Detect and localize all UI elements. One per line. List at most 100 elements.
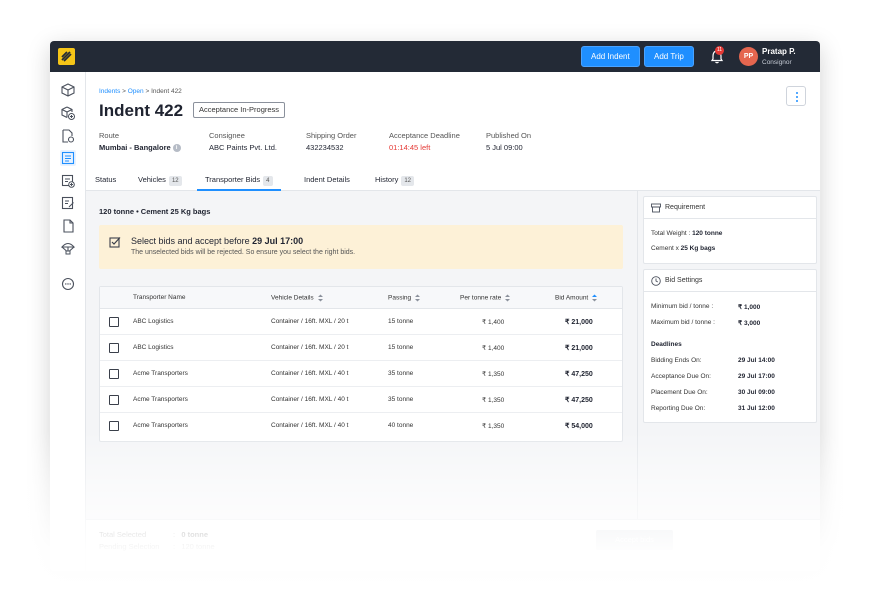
- right-panel: Requirement Total Weight : 120 tonne Cem…: [637, 191, 820, 571]
- col-per-tonne-rate[interactable]: Per tonne rate: [460, 294, 511, 302]
- file-settings-icon[interactable]: [60, 128, 76, 144]
- bid-amount: ₹ 54,000: [565, 423, 593, 430]
- top-bar: Add Indent Add Trip 11 PP Pratap P. Cons…: [50, 41, 820, 72]
- cube-icon[interactable]: [60, 82, 76, 98]
- bid-settings-title: Bid Settings: [665, 277, 703, 284]
- total-weight-label: Total Weight :: [651, 230, 693, 237]
- col-transporter-name: Transporter Name: [133, 294, 186, 301]
- breadcrumb-open[interactable]: Open: [128, 88, 144, 95]
- edit-icon[interactable]: [60, 195, 76, 211]
- user-role: Consignor: [762, 59, 792, 66]
- table-row[interactable]: Acme Transporters Container / 16ft. MXL …: [100, 361, 622, 387]
- list-add-icon[interactable]: [60, 173, 76, 189]
- deadline-date: 29 Jul 17:00: [738, 373, 775, 380]
- published-on-value: 5 Jul 09:00: [486, 143, 523, 152]
- tab-transporter-bids[interactable]: Transporter Bids 4: [197, 171, 281, 191]
- bid-settings-card: Bid Settings Minimum bid / tonne : ₹ 1,0…: [643, 269, 817, 423]
- app-window: Add Indent Add Trip 11 PP Pratap P. Cons…: [50, 41, 820, 571]
- col-bid-amount[interactable]: Bid Amount: [555, 294, 598, 302]
- row-checkbox[interactable]: [109, 395, 119, 405]
- tab-label: Status: [95, 175, 117, 184]
- material: Cement x 25 Kg bags: [651, 245, 715, 252]
- more-options-button[interactable]: [786, 86, 806, 106]
- table-row[interactable]: Acme Transporters Container / 16ft. MXL …: [100, 387, 622, 413]
- max-bid-label: Maximum bid / tonne :: [651, 319, 715, 326]
- vehicle-details: Container / 16ft. MXL / 20 t: [271, 344, 349, 351]
- passing: 15 tonne: [388, 318, 414, 325]
- accept-bids-button[interactable]: Accept bids: [596, 530, 673, 550]
- document-icon[interactable]: [60, 218, 76, 234]
- min-bid-amount: ₹ 1,000: [738, 304, 761, 311]
- requirement-header: Requirement: [644, 197, 816, 219]
- deadline-date: 30 Jul 09:00: [738, 389, 775, 396]
- breadcrumb: Indents > Open > Indent 422: [99, 88, 182, 95]
- checklist-icon: [109, 235, 121, 248]
- sort-icon[interactable]: [504, 294, 511, 302]
- min-bid-value: ₹ 1,000: [738, 303, 760, 311]
- bids-table: Transporter Name Vehicle Details Passing…: [99, 286, 623, 442]
- indent-header: Indents > Open > Indent 422 Indent 422 A…: [86, 72, 820, 191]
- sort-icon[interactable]: [414, 294, 421, 302]
- bid-amount: ₹ 47,250: [565, 371, 593, 378]
- max-bid-amount: ₹ 3,000: [738, 320, 761, 327]
- total-weight: Total Weight : 120 tonne: [651, 230, 722, 237]
- deadline-value: 31 Jul 12:00: [738, 405, 775, 412]
- row-checkbox[interactable]: [109, 343, 119, 353]
- notice-subtitle: The unselected bids will be rejected. So…: [131, 249, 356, 256]
- logo-icon[interactable]: [58, 48, 75, 65]
- requirement-card: Requirement Total Weight : 120 tonne Cem…: [643, 196, 817, 264]
- row-checkbox[interactable]: [109, 317, 119, 327]
- passing: 35 tonne: [388, 370, 414, 377]
- info-icon[interactable]: i: [172, 144, 181, 153]
- bid-amount: ₹ 21,000: [565, 345, 593, 352]
- tab-label: Indent Details: [304, 175, 350, 184]
- col-vehicle-details[interactable]: Vehicle Details: [271, 294, 324, 302]
- max-bid-value: ₹ 3,000: [738, 319, 760, 327]
- breadcrumb-current: Indent 422: [151, 88, 182, 95]
- pending-selection-amount: 120 tonne: [181, 542, 215, 551]
- parachute-icon[interactable]: [60, 240, 76, 256]
- list-icon[interactable]: [60, 150, 76, 166]
- table-row[interactable]: ABC Logistics Container / 16ft. MXL / 20…: [100, 335, 622, 361]
- sort-icon[interactable]: [317, 294, 324, 302]
- bid-settings-header: Bid Settings: [644, 270, 816, 292]
- published-on-label: Published On: [486, 131, 532, 140]
- table-row[interactable]: Acme Transporters Container / 16ft. MXL …: [100, 413, 622, 439]
- tab-indent-details[interactable]: Indent Details: [304, 171, 350, 191]
- deadline-value: 30 Jul 09:00: [738, 389, 775, 396]
- row-checkbox[interactable]: [109, 369, 119, 379]
- user-name[interactable]: Pratap P.: [762, 47, 796, 56]
- col-passing[interactable]: Passing: [388, 294, 421, 302]
- breadcrumb-indents[interactable]: Indents: [99, 88, 120, 95]
- per-tonne-rate: ₹ 1,400: [482, 319, 505, 326]
- tab-label: History: [375, 175, 399, 184]
- deadline-date: 29 Jul 14:00: [738, 357, 775, 364]
- tab-vehicles[interactable]: Vehicles 12: [138, 171, 182, 191]
- sort-icon[interactable]: [591, 294, 598, 302]
- col-label: Per tonne rate: [460, 294, 502, 302]
- chat-icon[interactable]: [60, 276, 76, 292]
- tab-count: 4: [263, 176, 273, 186]
- total-selected-amount: 0 tonne: [181, 530, 209, 539]
- notice-deadline: 29 Jul 17:00: [252, 236, 304, 246]
- pending-selection-value: : 120 tonne: [173, 542, 215, 551]
- consignee-label: Consignee: [209, 131, 245, 140]
- avatar[interactable]: PP: [739, 47, 758, 66]
- add-indent-button[interactable]: Add Indent: [581, 46, 640, 67]
- row-checkbox[interactable]: [109, 421, 119, 431]
- table-row[interactable]: ABC Logistics Container / 16ft. MXL / 20…: [100, 309, 622, 335]
- tab-count: 12: [168, 176, 182, 186]
- route-value: Mumbai - Bangalore i: [99, 143, 181, 153]
- notice-title-text: Select bids and accept before: [131, 236, 253, 246]
- tab-history[interactable]: History 12: [375, 171, 415, 191]
- per-tonne-rate: ₹ 1,350: [482, 423, 505, 430]
- deadlines-title: Deadlines: [651, 341, 682, 348]
- tab-status[interactable]: Status: [95, 171, 116, 191]
- add-trip-button[interactable]: Add Trip: [644, 46, 694, 67]
- material-value: 25 Kg bags: [680, 245, 716, 252]
- consignee-value: ABC Paints Pvt. Ltd.: [209, 143, 277, 152]
- cube-add-icon[interactable]: [60, 105, 76, 121]
- table-header: Transporter Name Vehicle Details Passing…: [100, 287, 622, 309]
- deadline-value: 29 Jul 17:00: [738, 373, 775, 380]
- route-text: Mumbai - Bangalore: [99, 143, 171, 152]
